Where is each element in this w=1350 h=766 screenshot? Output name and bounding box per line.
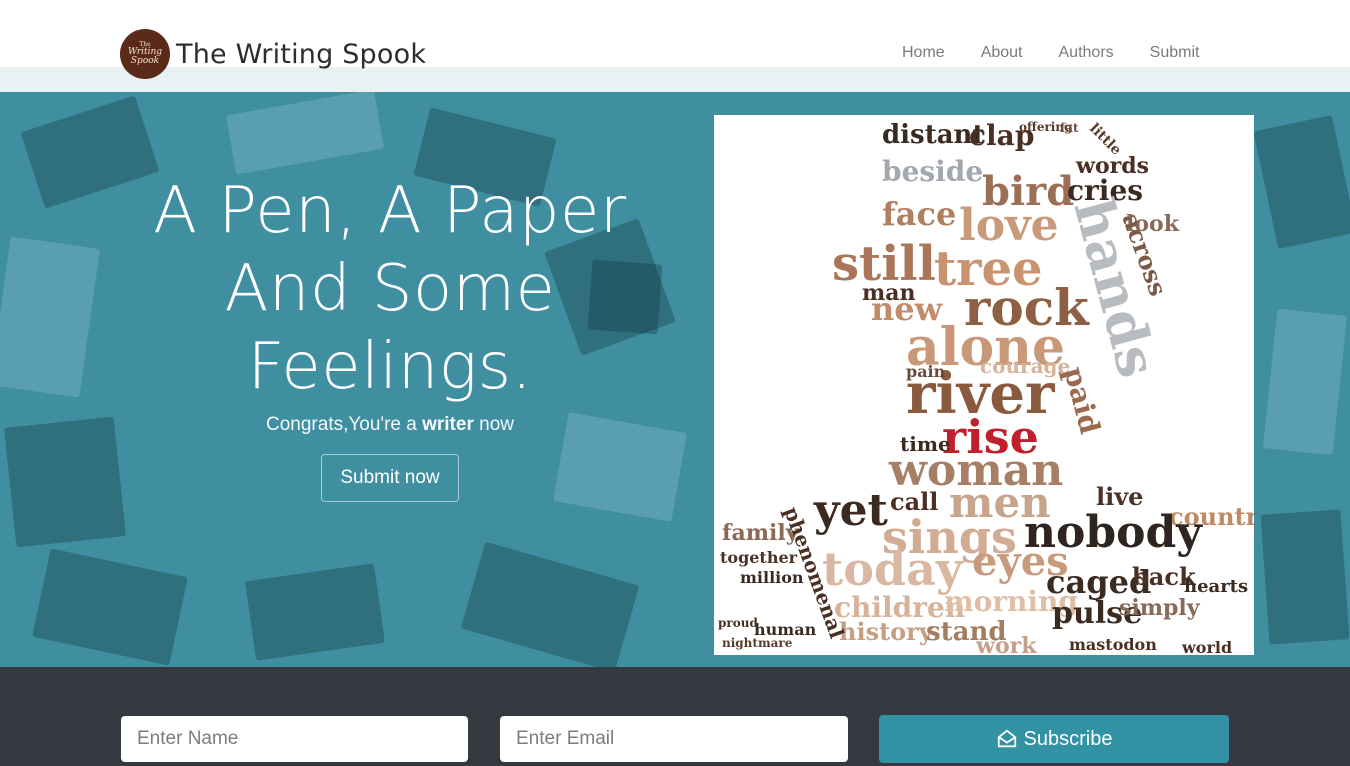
cloud-word: history: [839, 617, 934, 646]
cloud-word: call: [890, 487, 938, 516]
cloud-word: fat: [1060, 121, 1079, 135]
cloud-word: mastodon: [1069, 635, 1157, 654]
nav-link-home[interactable]: Home: [902, 44, 945, 62]
navbar: The Writing Spook The Writing Spook Home…: [0, 0, 1350, 92]
subscribe-bar: Subscribe: [0, 667, 1350, 766]
cloud-word: yet: [813, 485, 889, 536]
cloud-word: hearts: [1184, 576, 1248, 597]
cloud-word: simply: [1119, 595, 1201, 621]
hero-headline: A Pen, A Paper And Some Feelings.: [140, 172, 640, 406]
subtitle-suffix: now: [473, 414, 514, 435]
cloud-word: million: [740, 568, 804, 587]
nav-link-submit[interactable]: Submit: [1150, 44, 1200, 62]
background-book: [1253, 114, 1350, 250]
cloud-word: proud: [718, 616, 758, 630]
nav-menu: Home About Authors Submit: [884, 44, 1217, 62]
subtitle-emphasis: writer: [422, 414, 474, 435]
background-book: [225, 92, 385, 175]
logo-text-line: Spook: [130, 56, 160, 66]
cloud-word: together: [720, 548, 798, 567]
headline-line: Feelings.: [247, 330, 533, 404]
subscribe-button[interactable]: Subscribe: [879, 715, 1229, 763]
word-cloud: distant clap offering fat little beside …: [718, 119, 1254, 655]
hero-subtitle: Congrats,You're a writer now: [140, 414, 640, 436]
hero-text: A Pen, A Paper And Some Feelings. Congra…: [140, 172, 640, 502]
submit-now-button[interactable]: Submit now: [321, 454, 459, 502]
headline-line: And Some: [224, 252, 556, 326]
cloud-word: world: [1181, 638, 1232, 655]
background-book: [460, 541, 640, 667]
cloud-word: man: [862, 280, 916, 306]
email-input[interactable]: [500, 716, 848, 762]
hero-section: A Pen, A Paper And Some Feelings. Congra…: [0, 92, 1350, 667]
subtitle-prefix: Congrats,You're a: [266, 414, 423, 435]
headline-line: A Pen, A Paper: [153, 174, 627, 248]
brand[interactable]: The Writing Spook The Writing Spook: [120, 29, 426, 79]
cloud-word: pain: [906, 362, 946, 381]
cloud-word: face: [882, 195, 956, 233]
subscribe-label: Subscribe: [1023, 727, 1113, 750]
brand-name[interactable]: The Writing Spook: [176, 39, 426, 70]
cloud-word: nightmare: [722, 636, 793, 650]
name-input[interactable]: [121, 716, 468, 762]
background-book: [4, 416, 126, 548]
cloud-word: work: [975, 633, 1037, 655]
brand-logo[interactable]: The Writing Spook: [120, 29, 170, 79]
word-cloud-image: distant clap offering fat little beside …: [714, 115, 1254, 655]
background-book: [20, 95, 160, 209]
cloud-word: beside: [882, 155, 983, 188]
nav-link-about[interactable]: About: [981, 44, 1023, 62]
cloud-word: today: [822, 542, 964, 596]
background-book: [1262, 308, 1348, 456]
cloud-word: time: [900, 432, 951, 456]
cloud-word: paid: [1057, 363, 1106, 437]
background-book: [0, 236, 101, 398]
background-book: [1260, 509, 1350, 645]
nav-link-authors[interactable]: Authors: [1059, 44, 1114, 62]
envelope-open-icon: [996, 728, 1018, 750]
background-book: [32, 548, 188, 666]
background-book: [245, 563, 385, 661]
